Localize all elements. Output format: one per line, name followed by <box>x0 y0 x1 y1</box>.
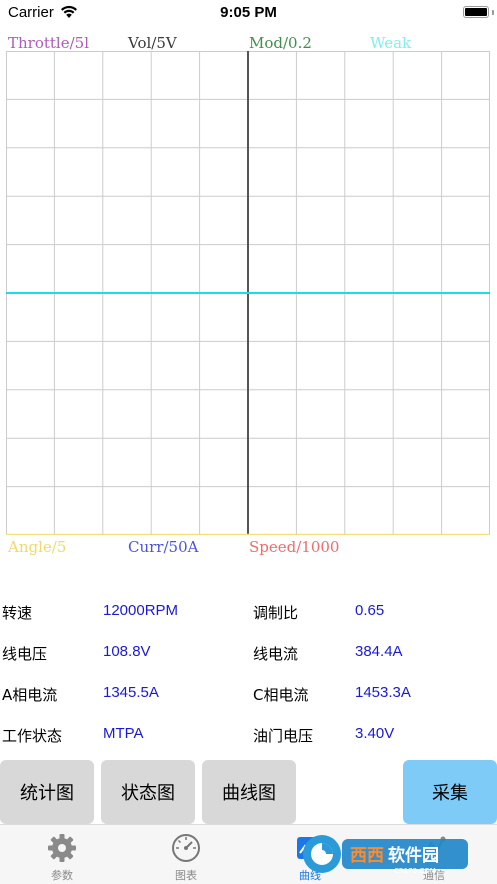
line-current-value: 384.4A <box>355 643 403 660</box>
tab-charts-label: 图表 <box>175 869 197 882</box>
line-current-label: 线电流 <box>253 645 299 663</box>
angle-label: Angle/5 <box>8 538 67 556</box>
current-label: Curr/50A <box>128 538 199 556</box>
clock: 9:05 PM <box>220 4 277 21</box>
status-bar: Carrier 9:05 PM <box>0 0 497 28</box>
stats-chart-button[interactable]: 统计图 <box>0 760 94 824</box>
throttle-label: Throttle/5l <box>8 34 89 52</box>
phase-a-current-label: A相电流 <box>2 686 58 704</box>
modulation-param-value: 0.65 <box>355 602 385 619</box>
throttle-voltage-value: 3.40V <box>355 725 395 742</box>
work-state-value: MTPA <box>103 725 144 742</box>
line-voltage-value: 108.8V <box>103 643 151 660</box>
collect-button[interactable]: 采集 <box>403 760 497 824</box>
modulation-label: Mod/0.2 <box>249 34 312 52</box>
oscilloscope-plot[interactable] <box>6 51 490 535</box>
speed-param-label: 转速 <box>2 604 33 622</box>
voltage-label: Vol/5V <box>128 34 177 52</box>
watermark-logo: 西西 软件园 CR173.COM <box>303 835 468 875</box>
phase-a-current-value: 1345.5A <box>103 684 159 701</box>
state-chart-button[interactable]: 状态图 <box>101 760 195 824</box>
tab-params-label: 参数 <box>51 869 73 882</box>
svg-text:CR173.COM: CR173.COM <box>394 867 436 875</box>
curve-chart-button[interactable]: 曲线图 <box>202 760 296 824</box>
speed-param-value: 12000RPM <box>103 602 179 619</box>
phase-c-current-value: 1453.3A <box>355 684 411 701</box>
gear-icon <box>48 834 76 862</box>
line-voltage-label: 线电压 <box>2 645 48 663</box>
tab-params[interactable]: 参数 <box>0 825 124 884</box>
svg-text:西西: 西西 <box>350 846 384 866</box>
throttle-voltage-label: 油门电压 <box>253 727 314 745</box>
weak-label: Weak <box>370 34 412 52</box>
battery-icon <box>463 6 489 18</box>
svg-text:软件园: 软件园 <box>388 845 439 866</box>
gauge-icon <box>172 834 200 862</box>
work-state-label: 工作状态 <box>2 727 63 745</box>
phase-c-current-label: C相电流 <box>253 686 309 704</box>
speed-label: Speed/1000 <box>249 538 340 556</box>
tab-charts[interactable]: 图表 <box>124 825 248 884</box>
modulation-param-label: 调制比 <box>253 604 299 622</box>
